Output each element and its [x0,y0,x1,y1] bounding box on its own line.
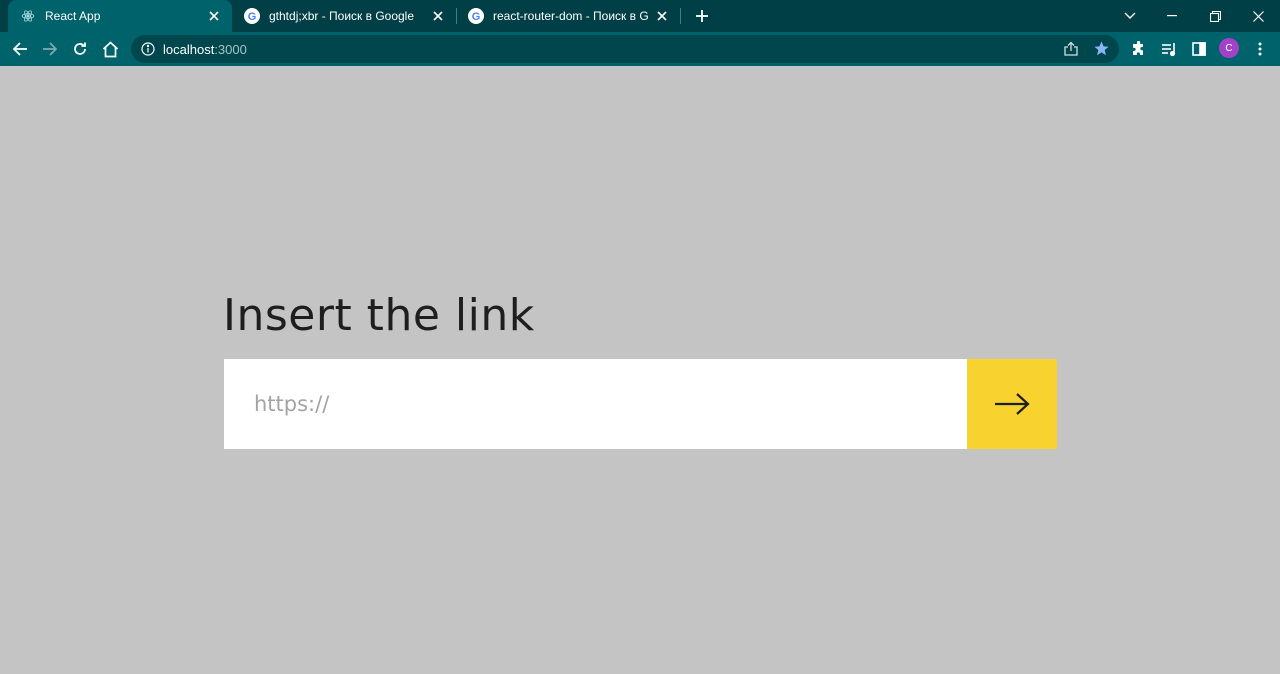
tab-divider [680,8,681,24]
new-tab-button[interactable] [690,4,714,28]
reload-button[interactable] [68,37,92,61]
menu-button[interactable] [1248,37,1272,61]
arrow-right-icon [42,41,58,57]
url-host: localhost [163,42,215,57]
reload-icon [72,41,88,57]
google-icon: G [468,8,484,24]
page-title: Insert the link [223,290,535,341]
side-panel-icon [1192,42,1206,56]
close-window-button[interactable] [1236,0,1280,32]
forward-button[interactable] [38,37,62,61]
extensions-button[interactable] [1127,37,1151,61]
tab-react-app[interactable]: React App [8,0,232,32]
back-button[interactable] [8,37,32,61]
tab-google-search-2[interactable]: G react-router-dom - Поиск в Google [456,0,680,32]
more-vertical-icon [1258,42,1262,56]
url-port: :3000 [214,42,247,57]
chevron-down-icon [1124,12,1136,20]
tab-title: react-router-dom - Поиск в Google [493,9,648,23]
svg-text:G: G [248,11,257,23]
tab-google-search-1[interactable]: G gthtdj;xbr - Поиск в Google [232,0,456,32]
close-icon[interactable] [430,8,446,24]
bookmark-star-icon[interactable] [1093,40,1110,57]
tab-title: gthtdj;xbr - Поиск в Google [269,9,415,23]
tab-search-button[interactable] [1108,0,1152,32]
react-icon [20,8,36,24]
submit-button[interactable] [967,359,1057,449]
restore-icon [1209,10,1221,22]
restore-button[interactable] [1193,0,1237,32]
plus-icon [695,9,709,23]
google-icon: G [244,8,260,24]
minimize-button[interactable] [1150,0,1194,32]
url-text: localhost:3000 [163,42,247,57]
home-button[interactable] [98,37,122,61]
close-icon[interactable] [206,8,222,24]
arrow-right-icon [993,392,1031,416]
close-icon[interactable] [654,8,670,24]
close-icon [1252,10,1264,22]
address-bar[interactable]: localhost:3000 [131,35,1119,63]
info-icon[interactable] [140,41,156,57]
browser-toolbar: localhost:3000 [0,32,1280,66]
link-input[interactable] [224,359,967,449]
media-queue-button[interactable] [1157,37,1181,61]
profile-avatar[interactable]: C [1219,38,1239,58]
side-panel-button[interactable] [1187,37,1211,61]
tab-title: React App [45,9,101,23]
arrow-left-icon [12,41,28,57]
minimize-icon [1167,15,1177,17]
share-icon[interactable] [1063,41,1079,57]
home-icon [102,40,119,58]
playlist-icon [1161,41,1178,57]
svg-text:G: G [472,11,481,23]
tab-strip: React App G gthtdj;xbr - Поиск в Google … [0,0,1280,32]
puzzle-icon [1131,41,1147,57]
